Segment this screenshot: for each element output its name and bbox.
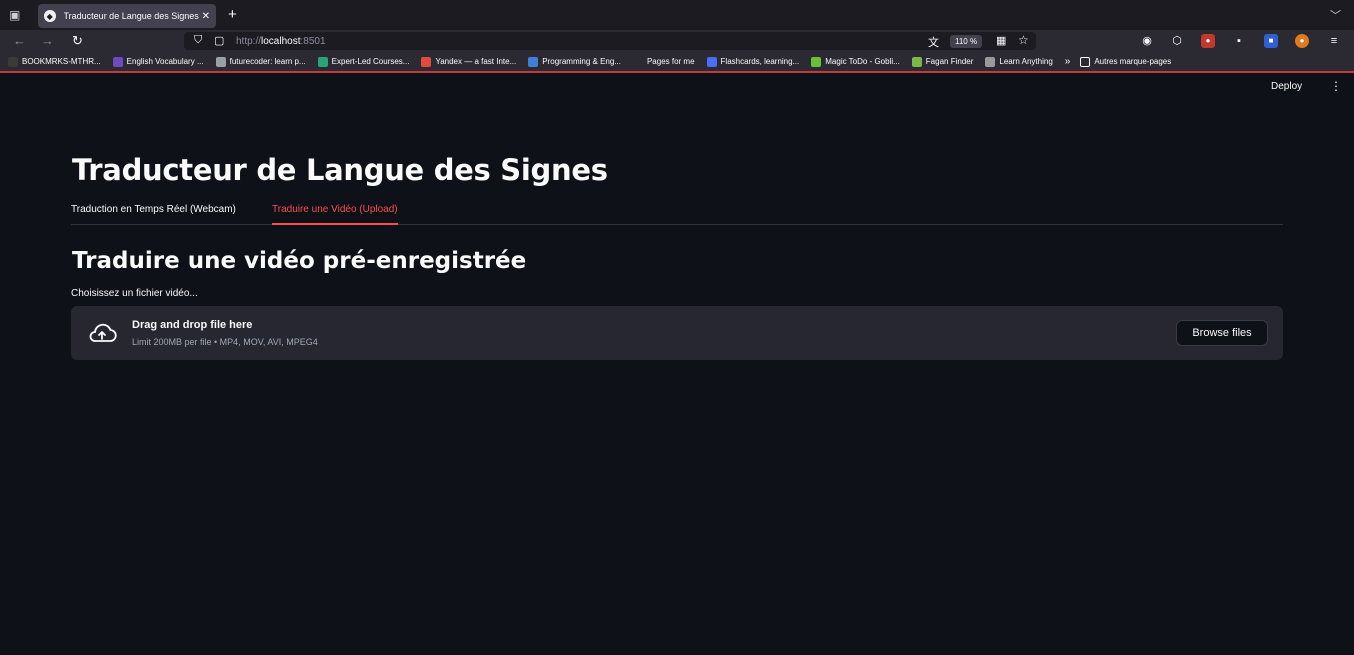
close-tab-icon[interactable]: ✕ xyxy=(202,11,210,22)
bookmarks-toolbar: BOOKMRKS-MTHR... English Vocabulary ... fu… xyxy=(0,52,1354,71)
qr-code-icon[interactable]: ▦ xyxy=(996,34,1006,47)
zoom-level-badge[interactable]: 110 % xyxy=(950,35,983,48)
other-bookmarks-folder[interactable]: Autres marque-pages xyxy=(1080,56,1172,67)
bookmark-item[interactable]: Magic ToDo - Gobli... xyxy=(811,56,900,67)
bookmark-item[interactable]: Expert-Led Courses... xyxy=(317,56,410,67)
bookmark-item[interactable]: English Vocabulary ... xyxy=(112,56,204,67)
bookmark-label: English Vocabulary ... xyxy=(126,57,204,66)
app-main: Deploy ⋮ Traducteur de Langue des Signes… xyxy=(0,73,1354,655)
bookmark-favicon-icon xyxy=(112,56,123,67)
tab-upload[interactable]: Traduire une Vidéo (Upload) xyxy=(272,204,398,225)
bookmark-favicon-icon xyxy=(911,56,922,67)
bookmark-label: futurecoder: learn p... xyxy=(229,57,306,66)
browser-nav-bar: ← → ↻ ⛉ ▢ http://localhost:8501 文 110 % … xyxy=(0,30,1354,52)
translate-icon[interactable]: 文 xyxy=(928,34,939,50)
forward-arrow-icon[interactable]: → xyxy=(41,33,54,48)
tracking-shield-icon[interactable]: ⛉ xyxy=(194,34,202,47)
bookmark-label: Flashcards, learning... xyxy=(720,57,800,66)
dropzone-limit: Limit 200MB per file • MP4, MOV, AVI, MP… xyxy=(132,337,318,347)
bookmark-item[interactable]: Yandex — a fast Inte... xyxy=(421,56,517,67)
bookmark-label: Learn Anything xyxy=(999,57,1053,66)
bookmark-label: Expert-Led Courses... xyxy=(331,57,410,66)
cloud-upload-icon xyxy=(89,323,117,342)
bookmark-favicon-icon xyxy=(317,56,328,67)
bookmark-favicon-icon xyxy=(632,56,643,67)
list-all-tabs-icon[interactable]: ﹀ xyxy=(1330,7,1341,23)
bookmark-favicon-icon xyxy=(706,56,717,67)
bookmark-label: BOOKMRKS-MTHR... xyxy=(22,57,101,66)
bookmark-favicon-icon xyxy=(421,56,432,67)
bookmark-item[interactable]: Learn Anything xyxy=(985,56,1053,67)
extensions-icon[interactable]: ⬡ xyxy=(1170,34,1184,48)
account-icon[interactable]: ◉ xyxy=(1140,34,1154,48)
back-arrow-icon[interactable]: ← xyxy=(13,33,26,48)
main-menu-icon[interactable]: ⋮ xyxy=(1330,79,1342,93)
app-menu-icon[interactable]: ≡ xyxy=(1327,34,1341,48)
folder-icon xyxy=(1080,56,1091,67)
url-text[interactable]: http://localhost:8501 xyxy=(236,36,326,47)
bookmark-favicon-icon xyxy=(985,56,996,67)
file-dropzone[interactable]: Drag and drop file here Limit 200MB per … xyxy=(71,306,1283,360)
grid-extension-icon[interactable]: ▪ xyxy=(1232,34,1246,48)
bookmark-favicon-icon xyxy=(215,56,226,67)
bookmark-item[interactable]: Fagan Finder xyxy=(911,56,974,67)
bookmark-label: Yandex — a fast Inte... xyxy=(435,57,517,66)
deploy-button[interactable]: Deploy xyxy=(1271,81,1302,92)
bookmark-label: Pages for me xyxy=(646,57,695,66)
bookmark-favicon-icon xyxy=(811,56,822,67)
new-tab-button[interactable]: + xyxy=(228,6,237,23)
extension-blue-icon[interactable]: ■ xyxy=(1264,34,1278,48)
bookmark-label: Programming & Eng... xyxy=(542,57,621,66)
reload-icon[interactable]: ↻ xyxy=(72,33,83,49)
browse-files-button[interactable]: Browse files xyxy=(1176,320,1268,346)
tab-list: Traduction en Temps Réel (Webcam) Tradui… xyxy=(71,201,1283,225)
bookmark-item[interactable]: Flashcards, learning... xyxy=(706,56,800,67)
bookmark-favicon-icon xyxy=(8,56,18,67)
bookmark-label: Magic ToDo - Gobli... xyxy=(825,57,900,66)
tab-webcam[interactable]: Traduction en Temps Réel (Webcam) xyxy=(71,204,236,223)
bookmark-item[interactable]: Pages for me xyxy=(632,56,695,67)
page-title: Traducteur de Langue des Signes xyxy=(72,153,608,187)
extension-badge-icon[interactable]: ● xyxy=(1201,34,1215,48)
tab-overview-icon[interactable]: ▣ xyxy=(9,8,23,22)
bookmark-item[interactable]: Programming & Eng... xyxy=(528,56,621,67)
bookmarks-overflow-icon[interactable]: » xyxy=(1065,56,1071,67)
uploader-label: Choisissez un fichier vidéo... xyxy=(71,288,198,299)
browser-tab-bar: ▣ ◆ Traducteur de Langue des Signes ✕ + … xyxy=(0,0,1354,30)
browser-tab-title: Traducteur de Langue des Signes xyxy=(63,11,199,21)
other-bookmarks-label: Autres marque-pages xyxy=(1094,57,1172,66)
bookmark-item[interactable]: futurecoder: learn p... xyxy=(215,56,306,67)
url-bar[interactable]: ⛉ ▢ http://localhost:8501 文 110 % ▦ ☆ xyxy=(184,32,1036,50)
page-info-icon[interactable]: ▢ xyxy=(214,34,224,47)
bookmark-star-icon[interactable]: ☆ xyxy=(1018,33,1029,47)
bookmark-label: Fagan Finder xyxy=(925,57,974,66)
bookmark-favicon-icon xyxy=(528,56,539,67)
extension-orange-icon[interactable]: ● xyxy=(1295,34,1309,48)
streamlit-favicon-icon: ◆ xyxy=(44,10,56,22)
dropzone-instructions: Drag and drop file here xyxy=(132,319,253,331)
bookmark-item[interactable]: BOOKMRKS-MTHR... xyxy=(8,56,101,67)
browser-tab-active[interactable]: ◆ Traducteur de Langue des Signes ✕ xyxy=(38,4,216,28)
section-subheader: Traduire une vidéo pré-enregistrée xyxy=(72,248,527,274)
